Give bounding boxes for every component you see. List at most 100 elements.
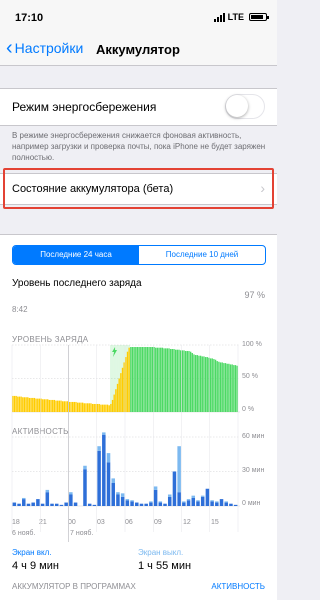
level-bar: [196, 355, 198, 412]
level-bar: [63, 401, 66, 412]
activity-bar-screen-on: [224, 502, 228, 506]
level-bar: [178, 349, 180, 412]
level-bar: [113, 394, 115, 412]
activity-bar-screen-off: [182, 501, 186, 503]
level-bar: [91, 403, 94, 412]
level-bar: [106, 404, 109, 412]
activity-bar-screen-on: [22, 499, 26, 506]
level-bar: [184, 351, 187, 412]
activity-bar-screen-on: [191, 497, 196, 506]
activity-bar-screen-on: [163, 503, 167, 506]
activity-bar-screen-off: [83, 465, 87, 470]
level-bar: [90, 403, 92, 412]
level-bar: [143, 347, 145, 412]
activity-bar-screen-off: [106, 453, 111, 463]
level-bar: [53, 399, 56, 412]
level-bar: [206, 357, 208, 412]
level-bar: [123, 362, 125, 412]
level-bar: [156, 347, 159, 412]
activity-bar-screen-on: [40, 503, 45, 506]
level-bar: [233, 365, 235, 412]
level-bar: [62, 401, 64, 412]
level-bar: [221, 362, 223, 412]
activity-bar-screen-off: [224, 501, 228, 503]
level-bar: [226, 363, 228, 412]
level-bar: [93, 403, 95, 412]
level-bar: [78, 402, 80, 412]
level-bar: [83, 403, 85, 412]
activity-bar-screen-on: [153, 489, 158, 506]
level-bar: [140, 347, 142, 412]
level-bar: [165, 348, 167, 412]
level-bar: [150, 347, 152, 412]
activity-bar-screen-on: [144, 503, 148, 506]
level-bar: [146, 347, 149, 412]
activity-bar-screen-off: [120, 493, 125, 497]
activity-bar-screen-off: [200, 495, 205, 497]
level-bar: [108, 405, 110, 412]
level-bar: [60, 400, 62, 412]
activity-bar-screen-on: [50, 503, 54, 506]
activity-bar-screen-off: [102, 432, 106, 435]
level-bar: [203, 356, 205, 412]
level-bar: [47, 399, 49, 412]
level-bar: [201, 356, 203, 412]
activity-bar-screen-on: [111, 483, 115, 506]
activity-bar-screen-on: [130, 501, 134, 506]
level-bar: [126, 351, 129, 412]
level-bar: [75, 401, 77, 412]
level-bar: [33, 397, 36, 412]
activity-bar-screen-on: [36, 499, 40, 506]
level-bar: [22, 397, 24, 412]
activity-bar-screen-on: [139, 503, 144, 506]
activity-bar-screen-on: [17, 503, 21, 506]
charts-svg: [11, 344, 240, 542]
level-bar: [118, 378, 120, 412]
level-bar: [105, 404, 107, 412]
level-bar: [193, 354, 195, 412]
activity-bar-screen-on: [172, 471, 177, 506]
level-bar: [179, 350, 182, 412]
level-bar: [186, 351, 188, 412]
level-bar: [135, 347, 137, 412]
level-bar: [111, 399, 114, 412]
screen-on-label: Экран вкл.: [12, 548, 52, 557]
activity-bar-screen-off: [125, 499, 130, 501]
activity-bar-screen-off: [149, 501, 153, 503]
level-bar: [100, 404, 102, 412]
level-bar: [224, 363, 227, 412]
level-bar: [125, 357, 127, 412]
activity-bar-screen-off: [69, 492, 73, 495]
activity-bar-screen-on: [106, 462, 111, 506]
activity-bar-screen-on: [59, 504, 64, 506]
level-bar: [101, 404, 104, 412]
level-bar: [52, 399, 54, 412]
activity-bar-screen-off: [191, 495, 196, 498]
activity-bar-screen-off: [22, 497, 26, 500]
level-bar: [58, 400, 61, 412]
level-bar: [50, 399, 52, 412]
level-bar: [229, 364, 232, 412]
level-bar: [216, 361, 218, 412]
screen-off-label: Экран выкл.: [138, 548, 184, 557]
level-bar: [71, 401, 74, 412]
level-bar: [23, 397, 26, 412]
level-bar: [57, 400, 59, 412]
level-bar: [145, 347, 147, 412]
level-bar: [236, 365, 238, 412]
activity-bar-screen-on: [196, 501, 200, 506]
activity-bar-screen-off: [45, 489, 50, 493]
activity-bar-screen-off: [158, 501, 163, 503]
activity-link[interactable]: АКТИВНОСТЬ: [211, 582, 265, 591]
level-bar: [194, 355, 197, 412]
level-bar: [153, 347, 155, 412]
level-bar: [76, 402, 79, 412]
activity-bar-screen-on: [120, 496, 125, 506]
activity-bar-screen-on: [182, 502, 186, 506]
level-bar: [170, 349, 172, 412]
level-bar: [35, 398, 37, 412]
level-bar: [70, 401, 72, 412]
activity-bar-screen-on: [87, 503, 92, 506]
level-bar: [168, 348, 170, 412]
level-bar: [175, 349, 177, 412]
